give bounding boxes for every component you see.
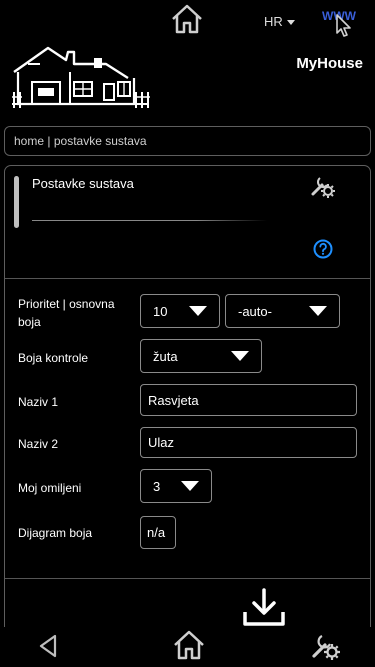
help-icon[interactable] — [313, 239, 333, 259]
priority-select[interactable]: 10 — [140, 294, 220, 328]
control-color-label: Boja kontrole — [18, 351, 89, 365]
name2-label: Naziv 2 — [18, 437, 59, 451]
name1-value: Rasvjeta — [148, 392, 199, 408]
app-title: MyHouse — [296, 55, 363, 72]
dropdown-arrow-icon — [231, 351, 249, 361]
download-icon[interactable] — [242, 588, 286, 628]
favorites-value: 3 — [153, 478, 161, 494]
language-label: HR — [264, 14, 283, 29]
color-diagram-button[interactable]: n/a — [140, 516, 176, 549]
chevron-down-icon — [286, 19, 295, 25]
control-color-select[interactable]: žuta — [140, 339, 262, 373]
dropdown-arrow-icon — [309, 306, 327, 316]
favorites-select[interactable]: 3 — [140, 469, 212, 503]
base-color-select[interactable]: -auto- — [225, 294, 340, 328]
www-icon[interactable]: WWW — [320, 6, 360, 38]
home-icon[interactable] — [171, 628, 207, 662]
back-arrow-icon[interactable] — [36, 633, 62, 659]
control-color-value: žuta — [153, 348, 178, 364]
name2-value: Ulaz — [148, 435, 175, 450]
breadcrumb-current: postavke sustava — [53, 134, 147, 148]
color-diagram-value: n/a — [147, 525, 166, 540]
name2-input[interactable]: Ulaz — [140, 427, 357, 458]
dropdown-arrow-icon — [189, 306, 207, 316]
name1-input[interactable]: Rasvjeta — [140, 384, 357, 416]
priority-label: Prioritet | osnovna boja — [18, 297, 115, 329]
breadcrumb-home[interactable]: home — [14, 134, 44, 148]
favorites-label: Moj omiljeni — [18, 481, 82, 495]
tools-icon[interactable] — [310, 630, 342, 662]
color-diagram-label: Dijagram boja — [18, 526, 93, 540]
dropdown-arrow-icon — [181, 481, 199, 491]
name1-label: Naziv 1 — [18, 395, 59, 409]
house-logo — [10, 44, 150, 110]
breadcrumb: home | postavke sustava — [4, 126, 371, 156]
tools-icon[interactable] — [309, 172, 337, 200]
priority-value: 10 — [153, 303, 168, 319]
panel-title: Postavke sustava — [32, 176, 134, 191]
base-color-value: -auto- — [238, 303, 272, 319]
divider — [5, 578, 370, 579]
breadcrumb-separator: | — [47, 134, 51, 148]
divider — [5, 278, 370, 279]
home-icon[interactable] — [169, 2, 205, 36]
language-selector[interactable]: HR — [264, 14, 295, 29]
title-underline — [32, 220, 267, 221]
scroll-handle[interactable] — [14, 176, 19, 228]
